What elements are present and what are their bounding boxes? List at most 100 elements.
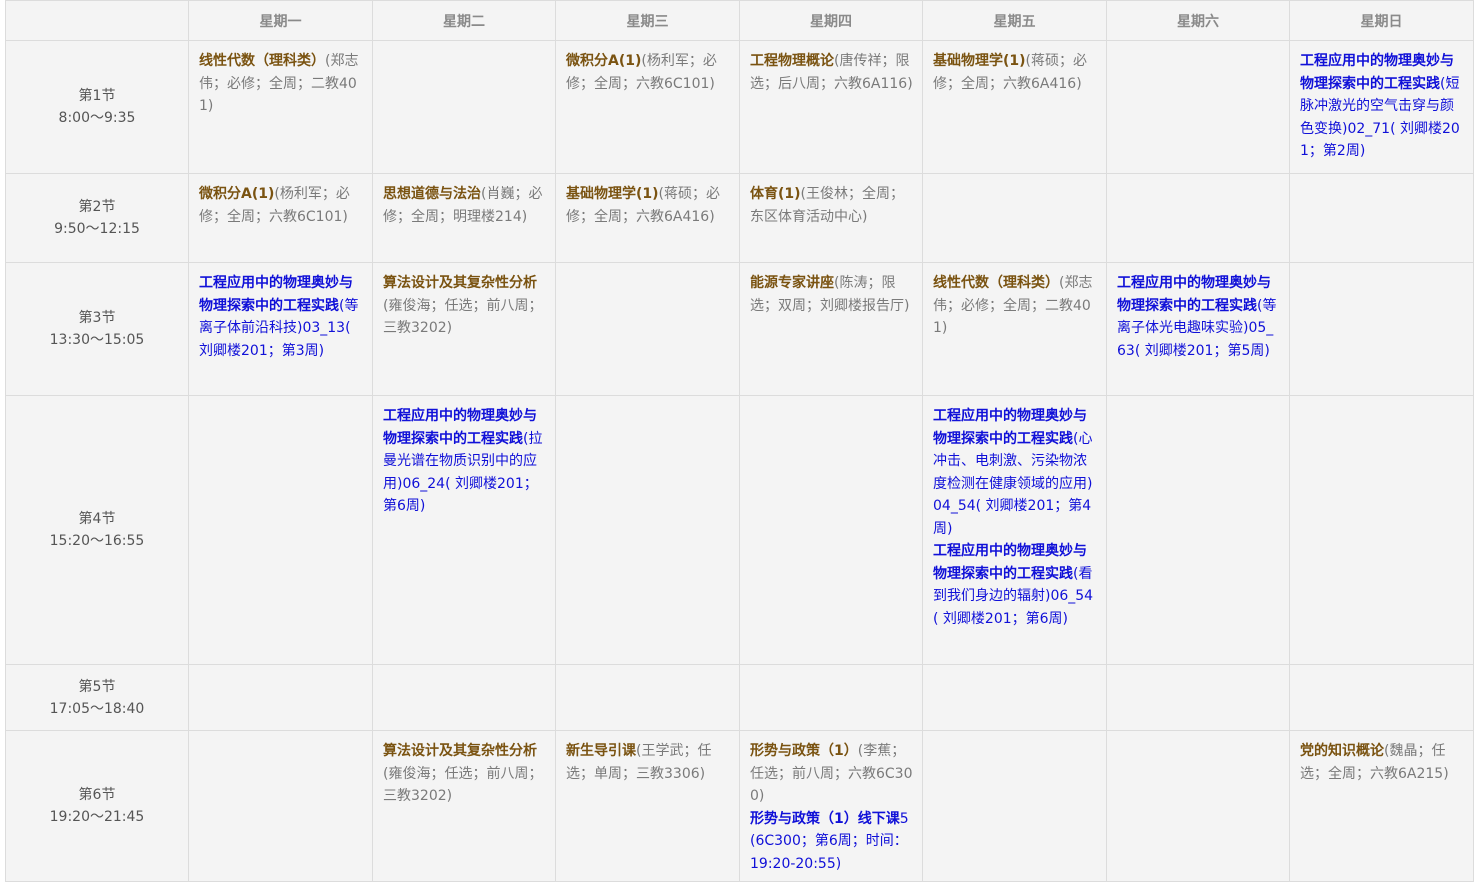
- course-entry[interactable]: 工程应用中的物理奥妙与物理探索中的工程实践(等离子体光电趣味实验)05_63( …: [1117, 272, 1281, 362]
- schedule-cell: [922, 730, 1107, 882]
- schedule-cell[interactable]: 算法设计及其复杂性分析 (雍俊海；任选；前八周；三教3202): [372, 262, 556, 396]
- schedule-cell[interactable]: 工程应用中的物理奥妙与物理探索中的工程实践(心冲击、电刺激、污染物浓度检测在健康…: [922, 395, 1107, 665]
- cell-content: [923, 731, 1106, 746]
- period-time: 13:30～15:05: [49, 332, 145, 348]
- schedule-cell[interactable]: 工程应用中的物理奥妙与物理探索中的工程实践(等离子体前沿科技)03_13( 刘卿…: [188, 262, 373, 396]
- course-entry[interactable]: 党的知识概论(魏晶；任选；全周；六教6A215): [1300, 740, 1465, 785]
- schedule-cell: [372, 40, 556, 174]
- course-title[interactable]: 基础物理学(1): [566, 186, 659, 202]
- schedule-cell: [922, 173, 1107, 263]
- schedule-cell: [555, 395, 740, 665]
- schedule-cell[interactable]: 线性代数（理科类）(郑志伟；必修；全周；二教401): [922, 262, 1107, 396]
- cell-content: 算法设计及其复杂性分析 (雍俊海；任选；前八周；三教3202): [373, 731, 555, 814]
- schedule-cell[interactable]: 形势与政策（1）(李蕉；任选；前八周；六教6C300) 形势与政策（1）线下课5(…: [739, 730, 923, 882]
- schedule-cell[interactable]: 微积分A(1)(杨利军；必修；全周；六教6C101): [555, 40, 740, 174]
- schedule-cell: [1106, 395, 1290, 665]
- course-title[interactable]: 思想道德与法治: [383, 186, 481, 202]
- course-entry[interactable]: 基础物理学(1)(蒋硕；必修；全周；六教6A416): [566, 183, 731, 228]
- course-entry[interactable]: 基础物理学(1)(蒋硕；必修；全周；六教6A416): [933, 50, 1098, 95]
- schedule-cell[interactable]: 新生导引课(王学武；任选；单周；三教3306): [555, 730, 740, 882]
- course-entry[interactable]: 思想道德与法治(肖巍；必修；全周；明理楼214): [383, 183, 547, 228]
- period-time: 17:05～18:40: [49, 700, 145, 717]
- course-entry[interactable]: 微积分A(1)(杨利军；必修；全周；六教6C101): [199, 183, 364, 228]
- schedule-cell[interactable]: 基础物理学(1)(蒋硕；必修；全周；六教6A416): [555, 173, 740, 263]
- course-entry[interactable]: 微积分A(1)(杨利军；必修；全周；六教6C101): [566, 50, 731, 95]
- course-title[interactable]: 算法设计及其复杂性分析: [383, 275, 537, 291]
- cell-content: 微积分A(1)(杨利军；必修；全周；六教6C101): [189, 174, 372, 234]
- course-entry[interactable]: 算法设计及其复杂性分析 (雍俊海；任选；前八周；三教3202): [383, 272, 547, 340]
- course-title[interactable]: 微积分A(1): [566, 53, 641, 69]
- cell-content: 工程应用中的物理奥妙与物理探索中的工程实践(等离子体前沿科技)03_13( 刘卿…: [189, 263, 372, 368]
- period-name: 第3节: [78, 310, 116, 326]
- course-title[interactable]: 工程应用中的物理奥妙与物理探索中的工程实践: [1117, 275, 1271, 314]
- course-title[interactable]: 形势与政策（1）: [750, 743, 858, 759]
- course-entry[interactable]: 线性代数（理科类）(郑志伟；必修；全周；二教401): [199, 50, 364, 118]
- course-title[interactable]: 党的知识概论: [1300, 743, 1384, 759]
- schedule-cell[interactable]: 微积分A(1)(杨利军；必修；全周；六教6C101): [188, 173, 373, 263]
- course-entry[interactable]: 工程应用中的物理奥妙与物理探索中的工程实践(等离子体前沿科技)03_13( 刘卿…: [199, 272, 364, 362]
- course-entry[interactable]: 工程应用中的物理奥妙与物理探索中的工程实践(心冲击、电刺激、污染物浓度检测在健康…: [933, 405, 1098, 540]
- course-entry[interactable]: 体育(1)(王俊林；全周；东区体育活动中心): [750, 183, 914, 228]
- course-title[interactable]: 形势与政策（1）线下课: [750, 811, 900, 827]
- course-entry[interactable]: 能源专家讲座(陈涛；限选；双周；刘卿楼报告厅): [750, 272, 914, 317]
- schedule-cell: [1106, 173, 1290, 263]
- schedule-cell: [188, 664, 373, 731]
- course-entry[interactable]: 工程应用中的物理奥妙与物理探索中的工程实践(短脉冲激光的空气击穿与颜色变换)02…: [1300, 50, 1465, 163]
- schedule-cell[interactable]: 体育(1)(王俊林；全周；东区体育活动中心): [739, 173, 923, 263]
- schedule-cell[interactable]: 思想道德与法治(肖巍；必修；全周；明理楼214): [372, 173, 556, 263]
- period-cell: 第1节 8:00～9:35: [5, 40, 189, 174]
- course-entry[interactable]: 算法设计及其复杂性分析 (雍俊海；任选；前八周；三教3202): [383, 740, 547, 808]
- course-entry[interactable]: 工程应用中的物理奥妙与物理探索中的工程实践(看到我们身边的辐射)06_54( 刘…: [933, 540, 1098, 630]
- cell-content: 工程应用中的物理奥妙与物理探索中的工程实践(拉曼光谱在物质识别中的应用)06_2…: [373, 396, 555, 524]
- schedule-cell[interactable]: 线性代数（理科类）(郑志伟；必修；全周；二教401): [188, 40, 373, 174]
- cell-content: 新生导引课(王学武；任选；单周；三教3306): [556, 731, 739, 791]
- schedule-cell[interactable]: 党的知识概论(魏晶；任选；全周；六教6A215): [1289, 730, 1474, 882]
- cell-content: 思想道德与法治(肖巍；必修；全周；明理楼214): [373, 174, 555, 234]
- period-row: 第6节 19:20～21:45 算法设计及其复杂性分析 (雍俊海；任选；前八周；三教3…: [5, 730, 1474, 882]
- cell-content: 基础物理学(1)(蒋硕；必修；全周；六教6A416): [923, 41, 1106, 101]
- cell-content: 算法设计及其复杂性分析 (雍俊海；任选；前八周；三教3202): [373, 263, 555, 346]
- cell-content: [189, 396, 372, 411]
- course-title[interactable]: 体育(1): [750, 186, 801, 202]
- course-title[interactable]: 工程应用中的物理奥妙与物理探索中的工程实践: [199, 275, 353, 314]
- course-title[interactable]: 工程应用中的物理奥妙与物理探索中的工程实践: [1300, 53, 1454, 92]
- cell-content: [373, 665, 555, 680]
- cell-content: 体育(1)(王俊林；全周；东区体育活动中心): [740, 174, 922, 234]
- course-title[interactable]: 微积分A(1): [199, 186, 274, 202]
- day-header-sat: 星期六: [1106, 0, 1290, 41]
- cell-content: [923, 665, 1106, 680]
- cell-content: [740, 665, 922, 680]
- schedule-cell[interactable]: 工程应用中的物理奥妙与物理探索中的工程实践(等离子体光电趣味实验)05_63( …: [1106, 262, 1290, 396]
- schedule-cell[interactable]: 工程物理概论(唐传祥；限选；后八周；六教6A116): [739, 40, 923, 174]
- cell-content: [1107, 731, 1289, 746]
- course-title[interactable]: 工程应用中的物理奥妙与物理探索中的工程实践: [933, 543, 1087, 582]
- course-title[interactable]: 新生导引课: [566, 743, 636, 759]
- day-header-tue: 星期二: [372, 0, 556, 41]
- cell-content: 工程应用中的物理奥妙与物理探索中的工程实践(短脉冲激光的空气击穿与颜色变换)02…: [1290, 41, 1473, 169]
- cell-content: 线性代数（理科类）(郑志伟；必修；全周；二教401): [189, 41, 372, 124]
- course-entry[interactable]: 工程物理概论(唐传祥；限选；后八周；六教6A116): [750, 50, 914, 95]
- schedule-cell[interactable]: 工程应用中的物理奥妙与物理探索中的工程实践(短脉冲激光的空气击穿与颜色变换)02…: [1289, 40, 1474, 174]
- course-entry[interactable]: 新生导引课(王学武；任选；单周；三教3306): [566, 740, 731, 785]
- period-time: 9:50～12:15: [54, 221, 140, 237]
- course-entry[interactable]: 形势与政策（1）(李蕉；任选；前八周；六教6C300): [750, 740, 914, 808]
- schedule-cell[interactable]: 工程应用中的物理奥妙与物理探索中的工程实践(拉曼光谱在物质识别中的应用)06_2…: [372, 395, 556, 665]
- schedule-cell[interactable]: 基础物理学(1)(蒋硕；必修；全周；六教6A416): [922, 40, 1107, 174]
- course-title[interactable]: 基础物理学(1): [933, 53, 1026, 69]
- course-title[interactable]: 能源专家讲座: [750, 275, 834, 291]
- course-title[interactable]: 工程应用中的物理奥妙与物理探索中的工程实践: [933, 408, 1087, 447]
- schedule-cell[interactable]: 算法设计及其复杂性分析 (雍俊海；任选；前八周；三教3202): [372, 730, 556, 882]
- period-name: 第2节: [78, 199, 116, 215]
- day-header-wed: 星期三: [555, 0, 740, 41]
- course-entry[interactable]: 工程应用中的物理奥妙与物理探索中的工程实践(拉曼光谱在物质识别中的应用)06_2…: [383, 405, 547, 518]
- course-entry[interactable]: 形势与政策（1）线下课5(6C300；第6周；时间：19:20-20:55): [750, 808, 914, 876]
- schedule-cell: [555, 262, 740, 396]
- course-title[interactable]: 工程应用中的物理奥妙与物理探索中的工程实践: [383, 408, 537, 447]
- period-name: 第5节: [78, 678, 116, 695]
- course-title[interactable]: 线性代数（理科类）: [199, 53, 325, 69]
- course-title[interactable]: 算法设计及其复杂性分析: [383, 743, 537, 759]
- schedule-cell[interactable]: 能源专家讲座(陈涛；限选；双周；刘卿楼报告厅): [739, 262, 923, 396]
- course-title[interactable]: 线性代数（理科类）: [933, 275, 1059, 291]
- course-entry[interactable]: 线性代数（理科类）(郑志伟；必修；全周；二教401): [933, 272, 1098, 340]
- course-title[interactable]: 工程物理概论: [750, 53, 834, 69]
